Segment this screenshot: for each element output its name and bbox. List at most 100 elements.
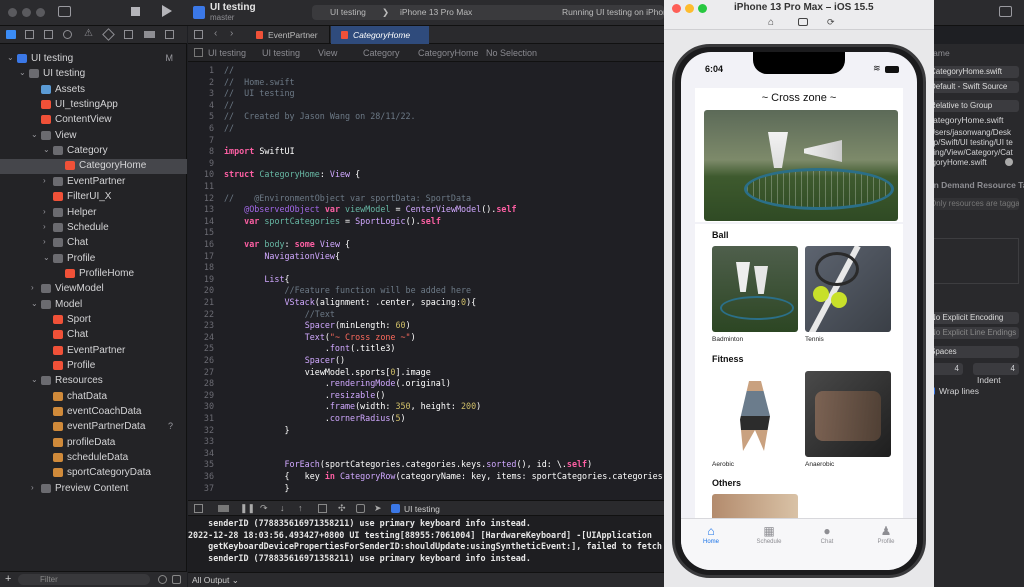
code-line[interactable]: 13 @ObservedObject var viewModel = Cente… bbox=[188, 204, 517, 216]
code-line[interactable]: 30 .frame(width: 350, height: 200) bbox=[188, 401, 481, 413]
debug-navigator-icon[interactable] bbox=[124, 30, 133, 39]
code-line[interactable]: 6// bbox=[188, 123, 234, 135]
run-icon[interactable] bbox=[162, 5, 172, 17]
code-line[interactable]: 1// bbox=[188, 65, 234, 77]
find-navigator-icon[interactable] bbox=[63, 30, 72, 39]
tree-item[interactable]: › EventPartner bbox=[0, 175, 187, 190]
tree-item[interactable]: FilterUI_X bbox=[0, 190, 187, 205]
jump-bar[interactable]: UI testing UI testing View Category Cate… bbox=[188, 44, 668, 62]
tile-anaerobic[interactable] bbox=[805, 371, 891, 457]
chevron-right-icon[interactable]: › bbox=[31, 283, 34, 292]
chevron-down-icon[interactable]: ⌄ bbox=[7, 53, 14, 62]
source-control-icon[interactable] bbox=[25, 30, 34, 39]
scheme-selector[interactable]: UI testing ❯ iPhone 13 Pro Max Running U… bbox=[312, 5, 664, 20]
debug-console[interactable]: senderID (778835616971358211) use primar… bbox=[188, 516, 668, 572]
chevron-down-icon[interactable]: ⌄ bbox=[31, 299, 38, 308]
line-endings-select[interactable]: No Explicit Line Endings bbox=[927, 327, 1019, 339]
chevron-right-icon[interactable]: › bbox=[43, 176, 46, 185]
filter-input[interactable] bbox=[18, 574, 150, 585]
zoom-window-dot[interactable] bbox=[698, 4, 707, 13]
code-line[interactable]: 14 var sportCategories = SportLogic().se… bbox=[188, 216, 441, 228]
indent-using-select[interactable]: Spaces bbox=[927, 346, 1019, 358]
code-line[interactable]: 10 struct CategoryHome: View { bbox=[188, 169, 360, 181]
chevron-right-icon[interactable]: › bbox=[43, 237, 46, 246]
step-over-icon[interactable]: ↷ bbox=[260, 503, 268, 514]
file-name-field[interactable]: CategoryHome.swift bbox=[927, 66, 1019, 78]
code-line[interactable]: 33 bbox=[188, 436, 224, 448]
code-line[interactable]: 16 var body: some View { bbox=[188, 239, 350, 251]
chevron-right-icon[interactable]: › bbox=[31, 483, 34, 492]
tree-item[interactable]: EventPartner bbox=[0, 344, 187, 359]
tree-item[interactable]: UI_testingApp bbox=[0, 98, 187, 113]
tree-item[interactable]: ⌄ Model bbox=[0, 298, 187, 313]
tree-item[interactable]: CategoryHome bbox=[0, 159, 187, 175]
sidebar-toggle-icon[interactable] bbox=[58, 6, 71, 17]
code-line[interactable]: 28 .renderingMode(.original) bbox=[188, 378, 451, 390]
breakpoints-toggle-icon[interactable] bbox=[218, 505, 229, 512]
file-type-select[interactable]: Default - Swift Source bbox=[927, 81, 1019, 93]
tile-aerobic[interactable] bbox=[712, 371, 798, 457]
tree-item[interactable]: sportCategoryData bbox=[0, 466, 187, 481]
jump-crumb-group[interactable]: UI testing bbox=[262, 48, 300, 58]
forward-icon[interactable]: › bbox=[230, 28, 233, 39]
code-line[interactable]: 34 bbox=[188, 448, 224, 460]
tree-item[interactable]: Profile bbox=[0, 359, 187, 374]
code-line[interactable]: 27 viewModel.sports[0].image bbox=[188, 367, 431, 379]
recent-files-icon[interactable] bbox=[158, 575, 167, 584]
tree-item[interactable]: Sport bbox=[0, 313, 187, 328]
code-line[interactable]: 26 Spacer() bbox=[188, 355, 345, 367]
tree-item[interactable]: › Preview Content bbox=[0, 482, 187, 497]
output-filter-select[interactable]: All Output ⌄ bbox=[192, 575, 239, 586]
pause-icon[interactable]: ❚❚ bbox=[240, 503, 255, 514]
chevron-right-icon[interactable]: › bbox=[43, 207, 46, 216]
console-target[interactable]: UI testing bbox=[404, 504, 440, 514]
code-line[interactable]: 22 //Text bbox=[188, 309, 335, 321]
tab-schedule[interactable]: ▦ Schedule bbox=[749, 523, 789, 545]
home-icon[interactable]: ⌂ bbox=[768, 17, 774, 28]
code-line[interactable]: 35 ForEach(sportCategories.categories.ke… bbox=[188, 459, 592, 471]
code-line[interactable]: 25 .font(.title3) bbox=[188, 343, 396, 355]
code-line[interactable]: 20 //Feature function will be added here bbox=[188, 285, 471, 297]
tree-item[interactable]: › ViewModel bbox=[0, 282, 187, 297]
environment-icon[interactable] bbox=[356, 504, 365, 513]
hide-debug-icon[interactable] bbox=[194, 504, 203, 513]
code-line[interactable]: 12// @EnvironmentObject var sportData: S… bbox=[188, 193, 471, 205]
tree-item[interactable]: ProfileHome bbox=[0, 267, 187, 282]
code-line[interactable]: 9 bbox=[188, 158, 224, 170]
code-line[interactable]: 18 bbox=[188, 262, 224, 274]
tile-tennis[interactable] bbox=[805, 246, 891, 332]
tab-profile[interactable]: ♟ Profile bbox=[866, 523, 906, 545]
code-line[interactable]: 23 Spacer(minLength: 60) bbox=[188, 320, 411, 332]
tree-item[interactable]: ⌄ UI testing M bbox=[0, 52, 187, 67]
code-line[interactable]: 19 List{ bbox=[188, 274, 290, 286]
tree-item[interactable]: › Schedule bbox=[0, 221, 187, 236]
step-in-icon[interactable]: ↓ bbox=[280, 503, 285, 513]
test-navigator-icon[interactable] bbox=[102, 28, 115, 41]
minimize-window-dot[interactable] bbox=[22, 8, 31, 17]
inspector-toggle-icon[interactable] bbox=[999, 6, 1012, 17]
issue-navigator-icon[interactable]: ⚠ bbox=[84, 28, 93, 39]
code-line[interactable]: 5// Created by Jason Wang on 28/11/22. bbox=[188, 111, 416, 123]
tree-item[interactable]: ⌄ Profile bbox=[0, 252, 187, 267]
code-line[interactable]: 15 bbox=[188, 227, 224, 239]
tab-eventpartner[interactable]: EventPartner bbox=[246, 26, 330, 44]
tags-field[interactable]: Only resources are taggable bbox=[927, 198, 1019, 210]
jump-crumb-category[interactable]: Category bbox=[363, 48, 400, 58]
tab-home[interactable]: ⌂ Home bbox=[691, 523, 731, 545]
grid-icon[interactable] bbox=[194, 30, 203, 39]
tree-item[interactable]: › Helper bbox=[0, 206, 187, 221]
reveal-in-finder-icon[interactable] bbox=[1005, 158, 1013, 166]
code-line[interactable]: 36 { key in CategoryRow(categoryName: ke… bbox=[188, 471, 663, 483]
symbol-navigator-icon[interactable] bbox=[44, 30, 53, 39]
chevron-down-icon[interactable]: ⌄ bbox=[31, 130, 38, 139]
code-line[interactable]: 31 .cornerRadius(5) bbox=[188, 413, 406, 425]
code-line[interactable]: 17 NavigationView{ bbox=[188, 251, 340, 263]
back-icon[interactable]: ‹ bbox=[214, 28, 217, 39]
code-line[interactable]: 7 bbox=[188, 135, 224, 147]
code-line[interactable]: 29 .resizable() bbox=[188, 390, 385, 402]
code-editor[interactable]: 1//2// Home.swift 3// UI testing 4//5// Cr… bbox=[188, 62, 668, 500]
close-window-dot[interactable] bbox=[672, 4, 681, 13]
tree-item[interactable]: eventCoachData bbox=[0, 405, 187, 420]
rotate-icon[interactable]: ⟳ bbox=[827, 17, 835, 28]
chevron-down-icon[interactable]: ⌄ bbox=[31, 375, 38, 384]
